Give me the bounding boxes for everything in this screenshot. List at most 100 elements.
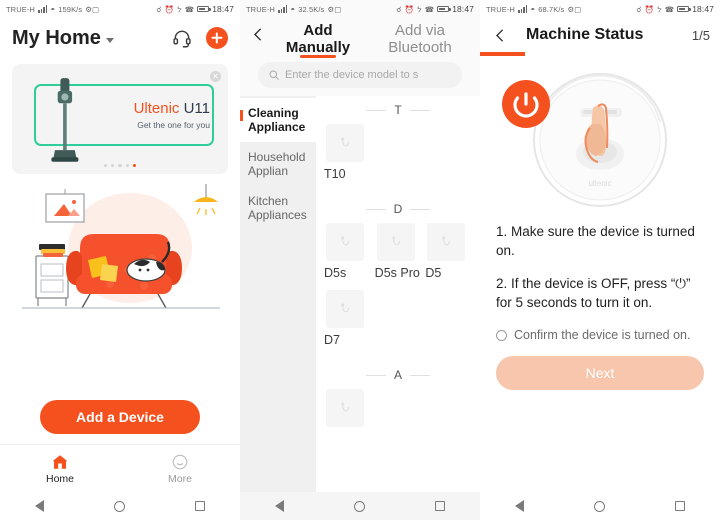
tab-add-via-bluetooth[interactable]: Add via Bluetooth (376, 22, 464, 56)
dot[interactable] (118, 163, 122, 167)
nav-home-icon[interactable] (594, 500, 605, 512)
robot-vacuum-icon (326, 223, 364, 261)
tab-home[interactable]: Home (0, 452, 120, 485)
vpn-key-icon: ☌ (636, 4, 642, 14)
page-title: My Home (12, 26, 101, 49)
tab-add-via-bluetooth-label: Add via Bluetooth (388, 22, 452, 56)
signal-bars-icon (37, 5, 48, 13)
active-tab-underline (300, 55, 336, 58)
stick-vacuum-icon (51, 78, 79, 162)
robot-vacuum-hand-press-illustration: ultenic (480, 62, 720, 222)
banner-text-block: Ultenic U11 Get the one for you (134, 100, 210, 130)
add-method-tabs: Add Manually Add via Bluetooth (274, 22, 464, 58)
device-row: D5s D5s Pro D5 (322, 223, 474, 280)
tab-more[interactable]: More (120, 452, 240, 485)
nav-back-icon[interactable] (35, 500, 44, 512)
category-list: Cleaning Appliance Household Applian Kit… (240, 96, 316, 492)
signal-bars-icon (517, 5, 528, 13)
add-device-header: Add Manually Add via Bluetooth (240, 18, 480, 58)
device-name: D7 (324, 333, 340, 347)
promo-banner[interactable]: ✕ Ultenic U11 Get the one for you (12, 64, 228, 174)
category-kitchen-appliances[interactable]: Kitchen Appliances (240, 186, 316, 230)
banner-title: Ultenic U11 (134, 100, 210, 117)
search-input[interactable]: Enter the device model to s (258, 62, 462, 88)
smiley-face-icon (120, 452, 240, 471)
nav-home-icon[interactable] (354, 500, 365, 512)
group-header-t: T (322, 96, 474, 124)
status-bar-3: TRUE-H ◓ 68.7K/s ⚙▢ ☌ ⏰ ᔭ ☎ 18:47 (480, 0, 720, 18)
category-cleaning-appliance[interactable]: Cleaning Appliance (240, 98, 316, 142)
robot-vacuum-icon (326, 290, 364, 328)
category-household-appliance[interactable]: Household Applian (240, 142, 316, 186)
banner-brand: Ultenic (133, 100, 180, 117)
home-header: My Home (0, 18, 240, 58)
wifi-icon: ◓ (290, 4, 296, 14)
close-icon[interactable]: ✕ (210, 71, 221, 82)
device-item[interactable]: T10 (322, 124, 377, 181)
next-button[interactable]: Next (496, 356, 704, 390)
screen-machine-status: TRUE-H ◓ 68.7K/s ⚙▢ ☌ ⏰ ᔭ ☎ 18:47 Machin… (480, 0, 720, 520)
android-nav-bar-1 (0, 492, 240, 520)
network-speed-label: 32.5K/s (298, 4, 325, 14)
status-bar-2: TRUE-H ◓ 32.5K/s ⚙▢ ☌ ⏰ ᔭ ☎ 18:47 (240, 0, 480, 18)
nav-recents-icon[interactable] (675, 501, 685, 511)
group-letter: T (394, 103, 402, 117)
machine-status-header: Machine Status 1/5 (480, 18, 720, 52)
dot[interactable] (110, 163, 115, 167)
nav-recents-icon[interactable] (195, 501, 205, 511)
headset-icon[interactable] (172, 28, 192, 48)
header-actions (172, 27, 228, 49)
network-speed-label: 159K/s (58, 4, 83, 14)
add-device-plus-button[interactable] (206, 27, 228, 49)
tab-add-manually[interactable]: Add Manually (274, 22, 362, 58)
sim-icon: ⚙▢ (85, 4, 100, 14)
banner-model: U11 (179, 100, 210, 117)
device-item[interactable]: D5s (322, 223, 370, 280)
status-bar-1: TRUE-H ◓ 159K/s ⚙▢ ☌ ⏰ ᔭ ☎ 18:47 (0, 0, 240, 18)
signal-bars-icon (277, 5, 288, 13)
nav-back-icon[interactable] (275, 500, 284, 512)
device-item[interactable] (322, 389, 377, 427)
nav-recents-icon[interactable] (435, 501, 445, 511)
battery-icon (437, 5, 451, 13)
tab-home-label: Home (45, 473, 74, 485)
clock-label: 18:47 (452, 4, 474, 14)
silent-mode-icon: ☎ (184, 4, 195, 14)
dot[interactable] (125, 163, 130, 167)
divider-line (365, 208, 386, 210)
carrier-label: TRUE-H (6, 4, 35, 14)
radio-unchecked-icon[interactable] (496, 329, 507, 341)
device-item[interactable]: D7 (322, 290, 377, 347)
android-nav-bar-3 (480, 492, 720, 520)
divider-line (409, 109, 430, 111)
carrier-label: TRUE-H (486, 4, 515, 14)
banner-pagination-dots[interactable] (12, 163, 228, 167)
dot-active[interactable] (133, 163, 137, 167)
progress-bar (480, 52, 720, 56)
device-grid: T T10 D D5s D5s Pro D5 D7 A (316, 96, 480, 492)
confirm-checkbox-row[interactable]: Confirm the device is turned on. (480, 328, 720, 342)
status-bar-right: ☌ ⏰ ᔭ ☎ 18:47 (396, 4, 474, 14)
nav-back-icon[interactable] (515, 500, 524, 512)
robot-vacuum-icon (376, 223, 415, 261)
dot[interactable] (103, 163, 107, 167)
group-letter: A (393, 368, 402, 382)
divider-line (410, 374, 430, 376)
device-item[interactable]: D5 (423, 223, 471, 280)
add-a-device-button[interactable]: Add a Device (40, 400, 200, 434)
back-chevron-icon[interactable] (248, 22, 268, 46)
device-name: T10 (324, 167, 346, 181)
back-chevron-icon[interactable] (490, 23, 510, 47)
device-item[interactable]: D5s Pro (373, 223, 421, 280)
status-bar-right: ☌ ⏰ ᔭ ☎ 18:47 (636, 4, 714, 14)
bluetooth-icon: ᔭ (416, 4, 422, 14)
chevron-down-icon[interactable] (105, 37, 114, 43)
robot-vacuum-icon (326, 124, 364, 162)
device-row: D7 (322, 290, 474, 347)
nav-home-icon[interactable] (114, 500, 125, 512)
search-placeholder: Enter the device model to s (285, 69, 419, 81)
alarm-icon: ⏰ (404, 4, 414, 14)
robot-vacuum-icon (326, 389, 364, 427)
step-indicator: 1/5 (691, 27, 710, 43)
wifi-icon: ◓ (50, 4, 56, 14)
